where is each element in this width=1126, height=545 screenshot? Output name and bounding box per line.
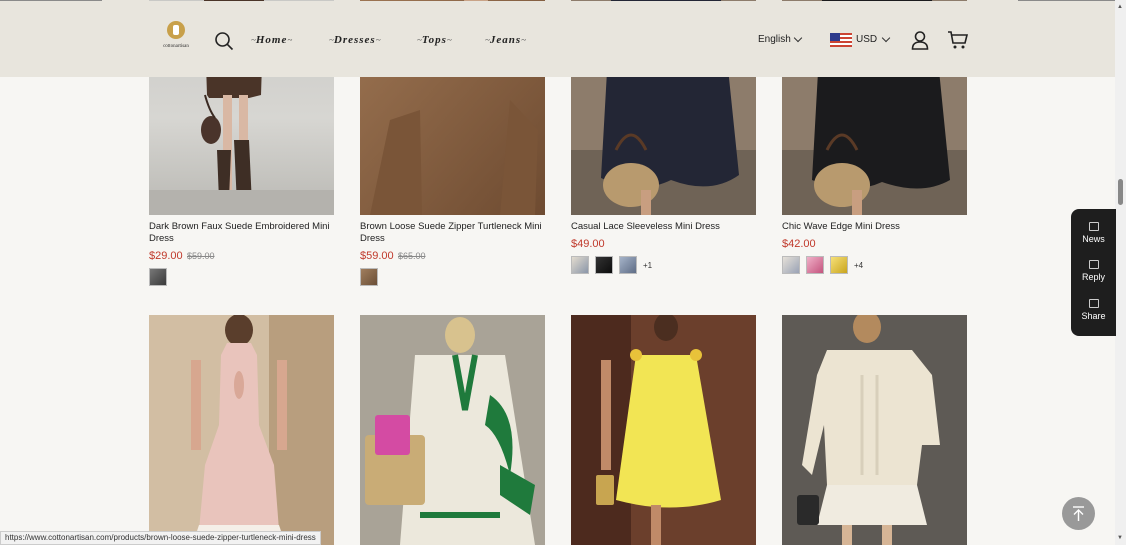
- news-button[interactable]: News: [1071, 222, 1116, 244]
- search-icon[interactable]: [214, 31, 234, 51]
- product-image[interactable]: [571, 315, 756, 545]
- nav-home-label: Home: [255, 34, 288, 46]
- product-title[interactable]: Brown Loose Suede Zipper Turtleneck Mini…: [360, 221, 545, 244]
- back-to-top-button[interactable]: [1062, 497, 1095, 530]
- product-price: $49.00: [571, 238, 605, 250]
- nav-jeans[interactable]: ~Jeans~: [485, 34, 526, 50]
- nav-home[interactable]: ~Home~: [251, 34, 292, 50]
- reply-button[interactable]: Reply: [1071, 260, 1116, 282]
- arrow-up-icon: [1073, 506, 1084, 521]
- color-swatch[interactable]: [571, 256, 589, 274]
- news-label: News: [1082, 234, 1105, 244]
- product-image[interactable]: [782, 315, 967, 545]
- color-swatch[interactable]: [830, 256, 848, 274]
- product-title[interactable]: Casual Lace Sleeveless Mini Dress: [571, 221, 756, 233]
- nav-tops-label: Tops: [421, 34, 447, 46]
- site-header: cottonartisan ~Home~ ~Dresses~ ~Tops~ ~J…: [0, 1, 1115, 77]
- nav-jeans-label: Jeans: [489, 34, 522, 46]
- color-swatch[interactable]: [619, 256, 637, 274]
- product-compare-price: $65.00: [398, 251, 426, 261]
- logo-emblem: [167, 21, 185, 39]
- product-compare-price: $59.00: [187, 251, 215, 261]
- nav-dresses[interactable]: ~Dresses~: [329, 34, 381, 50]
- product-title[interactable]: Chic Wave Edge Mini Dress: [782, 221, 967, 233]
- product-image[interactable]: [149, 315, 334, 545]
- nav-dresses-label: Dresses: [333, 34, 376, 46]
- currency-selector[interactable]: USD: [856, 34, 877, 45]
- product-title[interactable]: Dark Brown Faux Suede Embroidered Mini D…: [149, 221, 334, 244]
- share-icon: [1088, 299, 1099, 308]
- color-swatch[interactable]: [360, 268, 378, 286]
- color-swatch[interactable]: [806, 256, 824, 274]
- floating-side-panel: News Reply Share: [1071, 209, 1116, 336]
- product-price: $59.00: [360, 250, 394, 262]
- logo-text: cottonartisan: [163, 44, 189, 49]
- product-image[interactable]: [360, 315, 545, 545]
- browser-status-url: https://www.cottonartisan.com/products/b…: [0, 531, 321, 545]
- reply-icon: [1088, 260, 1099, 269]
- scrollbar-thumb[interactable]: [1118, 179, 1123, 205]
- product-price: $42.00: [782, 238, 816, 250]
- language-selector[interactable]: English: [758, 34, 791, 45]
- more-colors-count[interactable]: +4: [854, 261, 863, 270]
- product-price: $29.00: [149, 250, 183, 262]
- reply-label: Reply: [1081, 272, 1105, 282]
- nav-tops[interactable]: ~Tops~: [417, 34, 452, 50]
- currency-chevron-down-icon[interactable]: [881, 33, 891, 43]
- color-swatch[interactable]: [782, 256, 800, 274]
- more-colors-count[interactable]: +1: [643, 261, 652, 270]
- scroll-down-arrow-icon[interactable]: ▼: [1117, 535, 1123, 541]
- share-button[interactable]: Share: [1071, 299, 1116, 321]
- news-icon: [1088, 222, 1099, 231]
- color-swatch[interactable]: [595, 256, 613, 274]
- us-flag-icon[interactable]: [830, 33, 852, 47]
- language-chevron-down-icon[interactable]: [793, 33, 803, 43]
- cart-icon[interactable]: [947, 30, 969, 50]
- user-account-icon[interactable]: [910, 30, 930, 50]
- share-label: Share: [1081, 311, 1106, 321]
- color-swatch[interactable]: [149, 268, 167, 286]
- page-scrollbar[interactable]: ▲ ▼: [1115, 0, 1126, 545]
- site-logo[interactable]: cottonartisan: [158, 21, 194, 55]
- scroll-up-arrow-icon[interactable]: ▲: [1117, 4, 1123, 10]
